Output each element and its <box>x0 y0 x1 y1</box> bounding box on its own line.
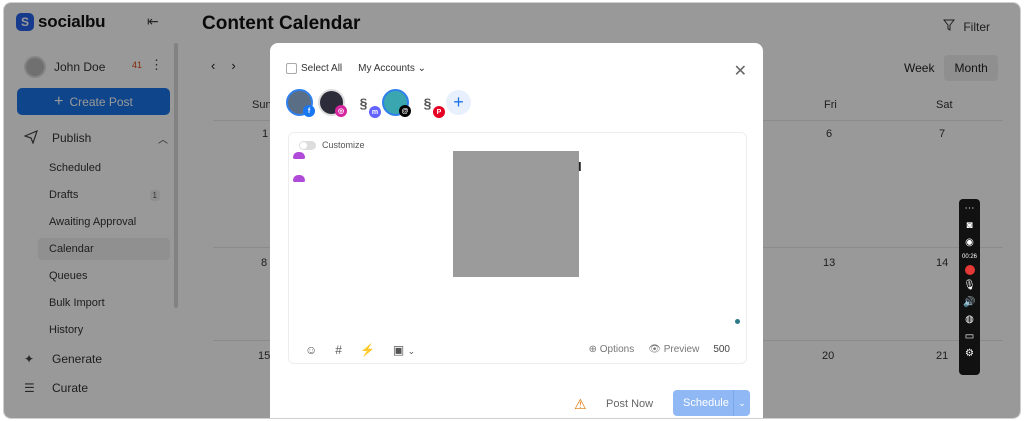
magic-wand-icon[interactable]: ⚡ <box>360 343 375 357</box>
close-icon[interactable]: ✕ <box>734 61 747 81</box>
eye-icon: 👁 <box>648 344 661 355</box>
options-label: Options <box>599 344 635 355</box>
composer-header: Select All My Accounts ⌄ <box>286 63 426 74</box>
image-icon: ▣ <box>392 343 405 357</box>
threads-icon: @ <box>399 105 411 117</box>
chevron-down-icon: ⌄ <box>407 346 416 356</box>
account-instagram[interactable]: ◎ <box>318 89 347 117</box>
webcam-icon[interactable]: ◍ <box>965 314 974 326</box>
screen-recorder-widget: ⋯ ◙ ◉ 00:26 🎙 🔊 ◍ ▭ ⚙ <box>959 199 980 375</box>
mastodon-icon: m <box>369 106 381 118</box>
pinterest-icon: P <box>433 106 445 118</box>
gear-icon[interactable]: ⚙ <box>965 348 974 360</box>
preview-button[interactable]: 👁 Preview <box>648 344 699 355</box>
emoji-icon[interactable]: ☺ <box>305 343 317 357</box>
hashtag-icon[interactable]: # <box>335 343 342 357</box>
text-cursor-icon: I <box>578 159 582 174</box>
app-window: S socialbu ⇤ John Doe 41 ⋮ + Create Post… <box>3 2 1021 419</box>
speaker-icon[interactable]: 🔊 <box>963 297 975 309</box>
instagram-icon: ◎ <box>335 105 347 117</box>
plus-circle-icon: ⊕ <box>588 344 597 355</box>
editor-toolbar: ☺ # ⚡ ▣ ⌄ <box>305 343 415 357</box>
schedule-label: Schedule <box>683 397 729 409</box>
account-mastodon[interactable]: § m <box>350 89 381 118</box>
socialbu-icon: § <box>359 94 368 111</box>
preview-label: Preview <box>663 344 700 355</box>
app: S socialbu ⇤ John Doe 41 ⋮ + Create Post… <box>4 3 1020 418</box>
socialbu-icon: § <box>423 94 432 111</box>
warning-icon[interactable]: ⚠ <box>574 396 587 413</box>
chevron-down-icon: ⌄ <box>417 63 427 74</box>
account-facebook[interactable]: f <box>286 89 315 117</box>
facebook-icon: f <box>303 105 315 117</box>
post-editor[interactable]: Customize I ☺ # ⚡ ▣ ⌄ ⊕ Options 👁 Previe… <box>288 132 747 364</box>
account-pinterest[interactable]: § P <box>414 89 445 118</box>
network-marker-icon <box>293 152 305 159</box>
post-now-button[interactable]: Post Now <box>606 398 653 410</box>
media-dropdown[interactable]: ▣ ⌄ <box>393 343 415 357</box>
my-accounts-label: My Accounts <box>358 63 415 74</box>
media-preview[interactable] <box>453 151 579 277</box>
account-threads[interactable]: @ <box>382 89 411 117</box>
network-marker-icon <box>293 175 305 182</box>
account-selector: f ◎ § m @ § P + <box>286 89 471 118</box>
microphone-icon[interactable]: 🎙 <box>963 280 976 292</box>
customize-label: Customize <box>322 140 365 150</box>
chevron-down-icon[interactable]: ⌄ <box>733 390 750 416</box>
editor-toolbar-right: ⊕ Options 👁 Preview 500 <box>589 344 730 355</box>
my-accounts-dropdown[interactable]: My Accounts ⌄ <box>358 63 426 74</box>
add-account-button[interactable]: + <box>446 90 471 115</box>
pause-icon[interactable] <box>964 265 975 275</box>
window-icon[interactable]: ▭ <box>965 331 974 343</box>
camera-icon[interactable]: ◙ <box>966 220 972 232</box>
toggle-switch[interactable] <box>299 140 316 150</box>
select-all-checkbox[interactable] <box>286 63 297 74</box>
status-dot <box>735 319 740 324</box>
character-count: 500 <box>713 344 730 355</box>
customize-toggle[interactable]: Customize <box>299 140 365 150</box>
select-all-label[interactable]: Select All <box>301 63 342 74</box>
drag-handle-icon[interactable]: ⋯ <box>965 203 975 215</box>
record-icon[interactable]: ◉ <box>965 237 974 249</box>
options-button[interactable]: ⊕ Options <box>589 344 635 355</box>
post-composer-modal: Select All My Accounts ⌄ ✕ f ◎ § m @ § P… <box>270 43 763 418</box>
composer-footer: ⚠ Post Now Schedule ⌄ <box>270 388 763 418</box>
schedule-button[interactable]: Schedule ⌄ <box>673 390 750 416</box>
recording-time: 00:26 <box>961 254 977 260</box>
